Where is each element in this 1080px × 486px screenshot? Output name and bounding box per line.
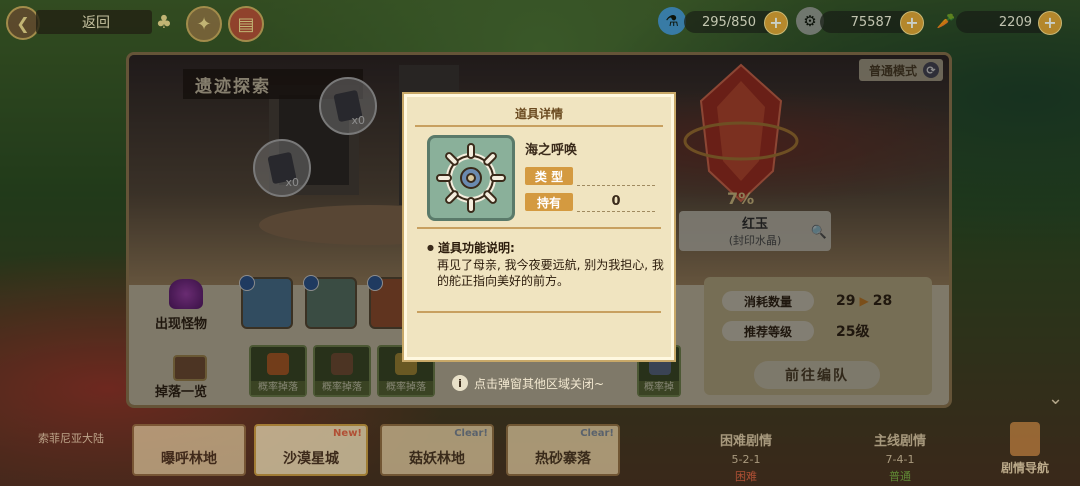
hard-story-stage: 5-2-1: [731, 453, 761, 466]
item-type-value: [577, 167, 655, 186]
stage-name: 热砂寨落: [535, 451, 591, 467]
hard-story-button[interactable]: 困难剧情 5-2-1 困难: [706, 430, 786, 484]
arrow-left-icon: ❮: [16, 13, 30, 33]
stage-tab-4[interactable]: Clear! 热砂寨落: [506, 424, 620, 476]
back-label[interactable]: 返回: [36, 10, 152, 34]
item-detail-modal: 道具详情 海之呼唤 类 型 持有 0 ● 道具功能说明: 再见了母亲, 我今夜要…: [404, 94, 674, 360]
description-title: 道具功能说明:: [427, 239, 515, 256]
stage-flag: Clear!: [580, 428, 614, 439]
signpost-icon: [1010, 422, 1040, 456]
chevron-down-icon[interactable]: ⌄: [1048, 388, 1063, 409]
top-bar: ❮ 返回 ♣ ✦ ▤ ⚗ 295/850 + ⚙ 75587 + 🥕 2209 …: [0, 0, 1080, 44]
close-hint-text: 点击弹窗其他区域关闭~: [474, 376, 605, 391]
stage-name: 沙漠星城: [283, 451, 339, 467]
region-label: 索菲尼亚大陆: [38, 432, 104, 445]
add-stamina-button[interactable]: +: [764, 11, 788, 35]
stage-tab-1[interactable]: 曝呼林地: [132, 424, 246, 476]
story-nav-button[interactable]: 剧情导航: [980, 418, 1070, 480]
stage-name: 菇妖林地: [409, 451, 465, 467]
main-story-title: 主线剧情: [873, 434, 926, 449]
clover-icon[interactable]: ♣: [148, 6, 180, 38]
main-story-stage: 7-4-1: [885, 453, 915, 466]
stage-tab-2[interactable]: New! 沙漠星城: [254, 424, 368, 476]
item-type-label: 类 型: [525, 167, 573, 185]
main-story-difficulty: 普通: [889, 470, 911, 483]
item-owned-value: 0: [577, 193, 655, 212]
book-icon[interactable]: ▤: [228, 6, 264, 42]
stage-flag: New!: [333, 428, 362, 439]
item-owned-label: 持有: [525, 193, 573, 211]
main-story-button[interactable]: 主线剧情 7-4-1 普通: [860, 430, 940, 484]
info-icon: i: [452, 375, 468, 391]
hard-story-difficulty: 困难: [735, 470, 757, 483]
divider: [417, 311, 661, 313]
close-hint: i 点击弹窗其他区域关闭~: [452, 374, 604, 392]
item-owned-row: 持有 0: [525, 193, 655, 212]
description-text: 再见了母亲, 我今夜要远航, 别为我担心, 我的舵正指向美好的前方。: [437, 258, 664, 288]
story-nav-label: 剧情导航: [1000, 461, 1049, 475]
modal-title: 道具详情: [415, 105, 663, 127]
stage-tab-3[interactable]: Clear! 菇妖林地: [380, 424, 494, 476]
hard-story-title: 困难剧情: [719, 434, 772, 449]
item-type-row: 类 型: [525, 167, 655, 186]
item-icon-frame: [427, 135, 515, 221]
potion-icon: ⚗: [658, 7, 686, 35]
add-carrots-button[interactable]: +: [1038, 11, 1062, 35]
back-button[interactable]: ❮: [6, 6, 40, 40]
item-name: 海之呼唤: [525, 143, 578, 158]
ship-wheel-icon: [436, 143, 506, 213]
add-coins-button[interactable]: +: [900, 11, 924, 35]
stage-flag: Clear!: [454, 428, 488, 439]
compass-icon[interactable]: ✦: [186, 6, 222, 42]
stage-name: 曝呼林地: [161, 451, 217, 467]
divider: [417, 227, 661, 229]
